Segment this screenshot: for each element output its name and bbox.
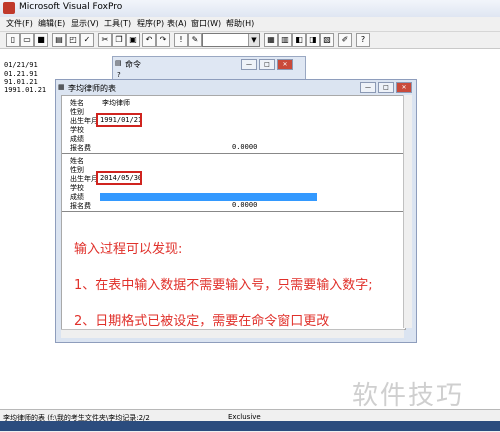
app-title: Microsoft Visual FoxPro bbox=[19, 2, 123, 12]
vertical-scrollbar[interactable] bbox=[403, 95, 412, 328]
command-line[interactable]: ? bbox=[117, 71, 121, 79]
maximize-icon[interactable]: □ bbox=[378, 82, 394, 93]
horizontal-scrollbar[interactable] bbox=[61, 329, 404, 338]
undo-icon[interactable]: ↶ bbox=[142, 33, 156, 47]
menu-file[interactable]: 文件(F) bbox=[6, 18, 33, 29]
annotation-heading: 输入过程可以发现: bbox=[74, 242, 183, 257]
print-preview-icon[interactable]: ◰ bbox=[66, 33, 80, 47]
close-icon[interactable]: ✕ bbox=[277, 59, 293, 70]
field-value-fee[interactable]: 0.0000 bbox=[232, 143, 257, 151]
menu-view[interactable]: 显示(V) bbox=[71, 18, 99, 29]
watermark: 软件技巧 bbox=[352, 381, 465, 411]
run-icon[interactable]: ! bbox=[174, 33, 188, 47]
data-session-icon[interactable]: ▥ bbox=[278, 33, 292, 47]
database-combo[interactable]: ▼ bbox=[202, 33, 260, 47]
menu-window[interactable]: 窗口(W) bbox=[191, 18, 221, 29]
output-line: 01.21.91 bbox=[4, 70, 38, 78]
menu-program[interactable]: 程序(P) bbox=[137, 18, 164, 29]
output-line: 1991.01.21 bbox=[4, 86, 47, 94]
chevron-down-icon[interactable]: ▼ bbox=[248, 34, 259, 46]
field-value-fee[interactable]: 0.0000 bbox=[232, 201, 257, 209]
save-icon[interactable]: ■ bbox=[34, 33, 48, 47]
report-wizard-icon[interactable]: ◨ bbox=[306, 33, 320, 47]
redo-icon[interactable]: ↷ bbox=[156, 33, 170, 47]
foxpro-icon bbox=[3, 2, 15, 14]
highlight-box bbox=[96, 171, 142, 185]
highlight-box bbox=[96, 113, 142, 127]
minimize-icon[interactable]: — bbox=[241, 59, 257, 70]
annotation-point-1: 1、在表中输入数据不需要输入号，只需要输入数字; bbox=[74, 278, 373, 293]
table-icon: ▦ bbox=[58, 83, 65, 91]
output-line: 91.01.21 bbox=[4, 78, 38, 86]
open-file-icon[interactable]: ▭ bbox=[20, 33, 34, 47]
app-title-bar: Microsoft Visual FoxPro bbox=[0, 0, 500, 18]
menu-help[interactable]: 帮助(H) bbox=[226, 18, 254, 29]
close-icon[interactable]: ✕ bbox=[396, 82, 412, 93]
cut-icon[interactable]: ✂ bbox=[98, 33, 112, 47]
standard-toolbar: ▯ ▭ ■ ▤ ◰ ✓ ✂ ❐ ▣ ↶ ↷ ! ✎ ▼ ▦ ▥ ◧ ◨ ▧ ✐ … bbox=[0, 32, 500, 49]
school-field-selection[interactable] bbox=[100, 193, 317, 201]
command-window-title: 命令 bbox=[125, 60, 141, 69]
field-label-fee: 报名费 bbox=[70, 202, 91, 210]
browse-window-title: 李均律师的表 bbox=[68, 84, 116, 93]
paste-icon[interactable]: ▣ bbox=[126, 33, 140, 47]
code-references-icon[interactable]: ✐ bbox=[338, 33, 352, 47]
modify-form-icon[interactable]: ✎ bbox=[188, 33, 202, 47]
command-window-icon[interactable]: ▦ bbox=[264, 33, 278, 47]
output-line: 01/21/91 bbox=[4, 61, 38, 69]
help-icon[interactable]: ? bbox=[356, 33, 370, 47]
print-icon[interactable]: ▤ bbox=[52, 33, 66, 47]
form-wizard-icon[interactable]: ◧ bbox=[292, 33, 306, 47]
copy-icon[interactable]: ❐ bbox=[112, 33, 126, 47]
browse-window[interactable]: ▦ 李均律师的表 — □ ✕ 姓名 李均律师 性别 出生年月 1991/01/2… bbox=[55, 79, 417, 343]
annotation-point-2: 2、日期格式已被设定，需要在命令窗口更改 bbox=[74, 314, 330, 329]
status-exclusive: Exclusive bbox=[228, 413, 261, 421]
record-separator bbox=[62, 211, 405, 212]
menu-table[interactable]: 表(A) bbox=[167, 18, 187, 29]
command-window-icon: ▤ bbox=[115, 59, 122, 67]
new-file-icon[interactable]: ▯ bbox=[6, 33, 20, 47]
record-separator bbox=[62, 153, 405, 154]
field-value-name[interactable]: 李均律师 bbox=[102, 98, 130, 108]
autoform-icon[interactable]: ▧ bbox=[320, 33, 334, 47]
menu-edit[interactable]: 编辑(E) bbox=[38, 18, 65, 29]
menu-tools[interactable]: 工具(T) bbox=[104, 18, 131, 29]
maximize-icon[interactable]: □ bbox=[259, 59, 275, 70]
spell-check-icon[interactable]: ✓ bbox=[80, 33, 94, 47]
record-edit-area[interactable]: 姓名 李均律师 性别 出生年月 1991/01/21 学校 成绩 报名费 0.0… bbox=[61, 95, 406, 330]
minimize-icon[interactable]: — bbox=[360, 82, 376, 93]
taskbar bbox=[0, 421, 500, 431]
menu-bar: 文件(F) 编辑(E) 显示(V) 工具(T) 程序(P) 表(A) 窗口(W)… bbox=[0, 17, 500, 32]
field-label-fee: 报名费 bbox=[70, 144, 91, 152]
